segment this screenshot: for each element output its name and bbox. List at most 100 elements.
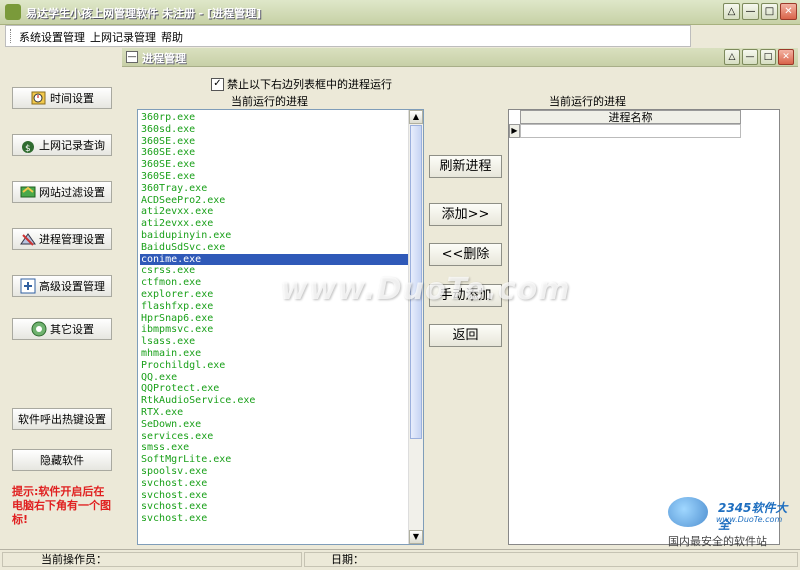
status-operator-label: 当前操作员：: [41, 553, 107, 566]
process-list-item[interactable]: 360sd.exe: [140, 124, 408, 136]
maximize-button[interactable]: □: [761, 3, 778, 20]
process-list-item[interactable]: services.exe: [140, 431, 408, 443]
process-list-item[interactable]: lsass.exe: [140, 336, 408, 348]
process-list-item[interactable]: mhmain.exe: [140, 348, 408, 360]
sidebar-button-time[interactable]: 时间设置: [12, 87, 112, 109]
process-list-item[interactable]: BaiduSdSvc.exe: [140, 242, 408, 254]
menu-record-management[interactable]: 上网记录管理: [90, 29, 156, 45]
status-bar: 当前操作员： 日期：: [0, 549, 800, 570]
process-list-item[interactable]: Prochildgl.exe: [140, 360, 408, 372]
menu-help[interactable]: 帮助: [161, 29, 183, 45]
inner-window-menu-icon[interactable]: —: [126, 51, 138, 63]
menu-system-settings[interactable]: 系统设置管理: [19, 29, 85, 45]
process-icon: [19, 230, 37, 248]
refresh-process-button[interactable]: 刷新进程: [429, 155, 502, 178]
process-list-item[interactable]: SeDown.exe: [140, 419, 408, 431]
menu-grip: [10, 29, 14, 43]
left-list-label: 当前运行的进程: [231, 95, 308, 108]
corner-logo-url: www.DuoTe.com: [716, 515, 783, 524]
sidebar-button-label: 上网记录查询: [39, 139, 105, 152]
process-list-item[interactable]: svchost.exe: [140, 478, 408, 490]
title-bar: 易达学生小孩上网管理软件 未注册 - [进程管理] △ — □ ✕: [0, 0, 800, 25]
process-list-item[interactable]: QQ.exe: [140, 372, 408, 384]
process-items: 360rp.exe 360sd.exe 360SE.exe 360SE.exe 360S…: [140, 112, 408, 525]
grid-row-indicator-icon: ▶: [509, 124, 520, 138]
close-button[interactable]: ✕: [780, 3, 797, 20]
mascot-icon: [668, 497, 708, 527]
tip-text: 提示:软件开启后在电脑右下角有一个图标!: [12, 485, 111, 526]
process-list-item[interactable]: svchost.exe: [140, 513, 408, 525]
process-list-item[interactable]: RtkAudioService.exe: [140, 395, 408, 407]
block-processes-checkbox[interactable]: ✓: [211, 77, 224, 91]
minimize-button[interactable]: —: [742, 3, 759, 20]
process-list-item[interactable]: RTX.exe: [140, 407, 408, 419]
window-title: 易达学生小孩上网管理软件 未注册 - [进程管理]: [26, 7, 262, 20]
block-processes-checkbox-row[interactable]: ✓ 禁止以下右边列表框中的进程运行: [211, 76, 392, 92]
process-list-item[interactable]: 360SE.exe: [140, 136, 408, 148]
running-process-list[interactable]: 360rp.exe 360sd.exe 360SE.exe 360SE.exe 360S…: [137, 109, 424, 545]
process-list-item[interactable]: svchost.exe: [140, 501, 408, 513]
status-date-label: 日期：: [331, 553, 364, 566]
menu-bar: 系统设置管理 上网记录管理 帮助: [5, 25, 691, 47]
process-list-item[interactable]: 360Tray.exe: [140, 183, 408, 195]
process-list-item[interactable]: 360rp.exe: [140, 112, 408, 124]
sidebar-button-advanced[interactable]: 高级设置管理: [12, 275, 112, 297]
process-list-item[interactable]: smss.exe: [140, 442, 408, 454]
svg-text:$: $: [25, 144, 31, 154]
process-list-item[interactable]: baidupinyin.exe: [140, 230, 408, 242]
status-operator: 当前操作员：: [2, 552, 302, 567]
sidebar: [0, 48, 122, 548]
blocked-process-grid[interactable]: 进程名称 ▶: [508, 109, 780, 545]
sidebar-button-website-filter[interactable]: 网站过滤设置: [12, 181, 112, 203]
inner-window-title-bar: — 进程管理 △ — □ ✕: [122, 48, 798, 67]
sidebar-button-other[interactable]: 其它设置: [12, 318, 112, 340]
process-list-item[interactable]: ACDSeePro2.exe: [140, 195, 408, 207]
advanced-icon: [19, 277, 37, 295]
process-list-item[interactable]: 360SE.exe: [140, 159, 408, 171]
inner-minimize-button[interactable]: —: [742, 49, 758, 65]
add-process-button[interactable]: 添加>>: [429, 203, 502, 226]
remove-process-button[interactable]: <<删除: [429, 243, 502, 266]
sidebar-button-records[interactable]: $ 上网记录查询: [12, 134, 112, 156]
process-list-item[interactable]: ibmpmsvc.exe: [140, 324, 408, 336]
process-list-item[interactable]: spoolsv.exe: [140, 466, 408, 478]
process-list-item[interactable]: conime.exe: [140, 253, 408, 266]
money-bag-icon: $: [19, 136, 37, 154]
inner-help-button[interactable]: △: [724, 49, 740, 65]
process-list-item[interactable]: HprSnap6.exe: [140, 313, 408, 325]
inner-maximize-button[interactable]: □: [760, 49, 776, 65]
process-list-item[interactable]: QQProtect.exe: [140, 383, 408, 395]
settings-icon: [30, 320, 48, 338]
process-list-item[interactable]: ati2evxx.exe: [140, 206, 408, 218]
back-button[interactable]: 返回: [429, 324, 502, 347]
hide-software-button[interactable]: 隐藏软件: [12, 449, 112, 471]
sidebar-button-label: 高级设置管理: [39, 280, 105, 293]
scroll-up-arrow-icon[interactable]: ▲: [409, 110, 423, 124]
process-list-item[interactable]: SoftMgrLite.exe: [140, 454, 408, 466]
sidebar-button-process[interactable]: 进程管理设置: [12, 228, 112, 250]
hotkey-settings-button[interactable]: 软件呼出热键设置: [12, 408, 112, 430]
clock-icon: [30, 89, 48, 107]
help-button[interactable]: △: [723, 3, 740, 20]
process-list-item[interactable]: svchost.exe: [140, 490, 408, 502]
process-list-scrollbar[interactable]: ▲ ▼: [408, 110, 423, 544]
grid-cell[interactable]: [520, 124, 741, 138]
sidebar-button-label: 进程管理设置: [39, 233, 105, 246]
block-processes-label: 禁止以下右边列表框中的进程运行: [227, 78, 392, 91]
status-date: 日期：: [304, 552, 798, 567]
process-list-item[interactable]: 360SE.exe: [140, 147, 408, 159]
scroll-down-arrow-icon[interactable]: ▼: [409, 530, 423, 544]
sidebar-button-label: 网站过滤设置: [39, 186, 105, 199]
sidebar-button-label: 其它设置: [50, 323, 94, 336]
sidebar-button-label: 时间设置: [50, 92, 94, 105]
inner-close-button[interactable]: ✕: [778, 49, 794, 65]
corner-logo-slogan: 国内最安全的软件站: [668, 535, 767, 548]
app-logo-icon: [5, 4, 21, 20]
grid-header-process-name[interactable]: 进程名称: [520, 110, 741, 124]
corner-logo: 2345软件大全 www.DuoTe.com 国内最安全的软件站: [660, 495, 798, 548]
process-list-item[interactable]: 360SE.exe: [140, 171, 408, 183]
process-list-item[interactable]: ati2evxx.exe: [140, 218, 408, 230]
inner-window-title: 进程管理: [142, 52, 186, 65]
right-list-label: 当前运行的进程: [549, 95, 626, 108]
watermark: www.DuoTe.com: [280, 272, 571, 307]
